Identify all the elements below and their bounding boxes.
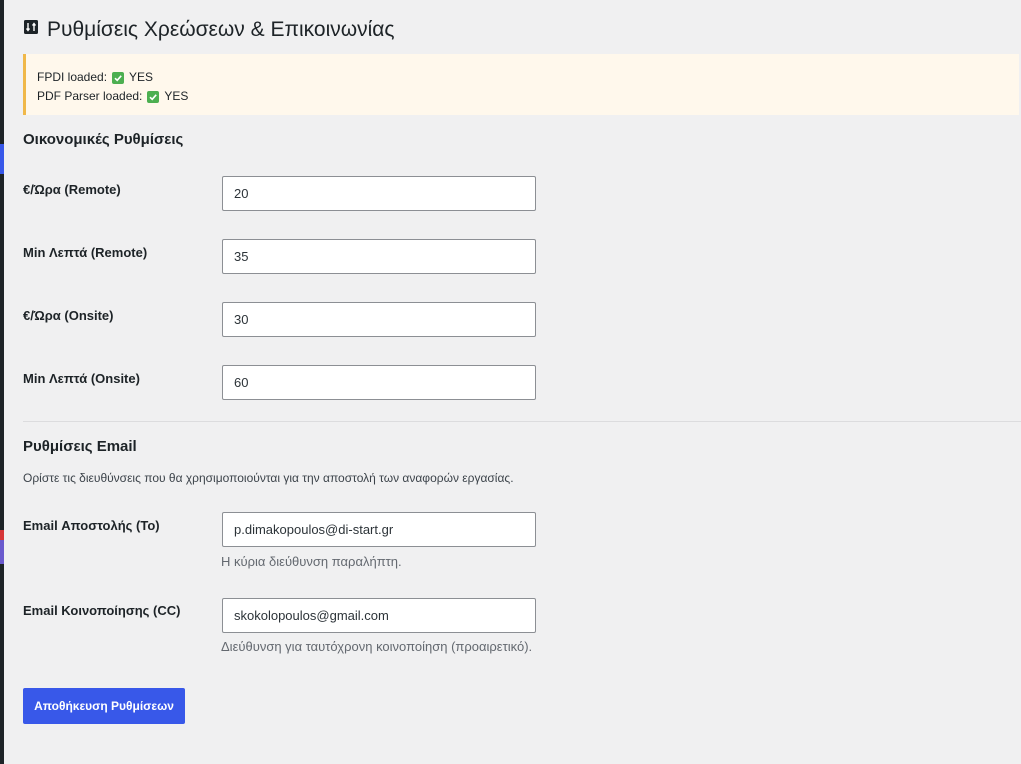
min-minutes-remote-label: Min Λεπτά (Remote) (23, 245, 148, 260)
check-mark-icon (147, 90, 160, 103)
parser-status-label: PDF Parser loaded: (37, 89, 143, 103)
email-to-help: Η κύρια διεύθυνση παραλήπτη. (221, 554, 402, 569)
min-minutes-onsite-label: Min Λεπτά (Onsite) (23, 371, 140, 386)
email-section-description: Ορίστε τις διευθύνσεις που θα χρησιμοποι… (23, 471, 514, 485)
min-minutes-remote-input[interactable] (222, 239, 536, 274)
sidebar-active-marker (0, 144, 4, 174)
email-cc-label: Email Κοινοποίησης (CC) (23, 603, 181, 618)
fpdi-status-value: YES (129, 70, 154, 84)
sidebar-item-marker (0, 540, 4, 564)
library-status-notice: FPDI loaded: YES PDF Parser loaded: YES (23, 54, 1019, 115)
fpdi-status-label: FPDI loaded: (37, 70, 108, 84)
email-to-label: Email Αποστολής (To) (23, 518, 160, 533)
rate-remote-input[interactable] (222, 176, 536, 211)
fpdi-status-line: FPDI loaded: YES (37, 68, 1019, 87)
page-heading: Ρυθμίσεις Χρεώσεων & Επικοινωνίας (23, 18, 395, 42)
rate-onsite-label: €/Ώρα (Onsite) (23, 308, 114, 323)
admin-sidebar-edge (0, 0, 4, 764)
section-divider (23, 421, 1021, 422)
min-minutes-onsite-input[interactable] (222, 365, 536, 400)
financial-section-title: Οικονομικές Ρυθμίσεις (23, 131, 184, 148)
settings-sort-icon (23, 19, 39, 35)
page-title: Ρυθμίσεις Χρεώσεων & Επικοινωνίας (47, 18, 395, 41)
email-section-title: Ρυθμίσεις Email (23, 438, 137, 455)
check-mark-icon (112, 71, 125, 84)
email-cc-help: Διεύθυνση για ταυτόχρονη κοινοποίηση (πρ… (221, 639, 533, 654)
email-cc-input[interactable] (222, 598, 536, 633)
save-settings-button[interactable]: Αποθήκευση Ρυθμίσεων (23, 688, 185, 724)
rate-remote-label: €/Ώρα (Remote) (23, 182, 121, 197)
sidebar-notification-marker (0, 530, 4, 540)
parser-status-line: PDF Parser loaded: YES (37, 87, 1019, 106)
email-to-input[interactable] (222, 512, 536, 547)
rate-onsite-input[interactable] (222, 302, 536, 337)
parser-status-value: YES (164, 89, 189, 103)
